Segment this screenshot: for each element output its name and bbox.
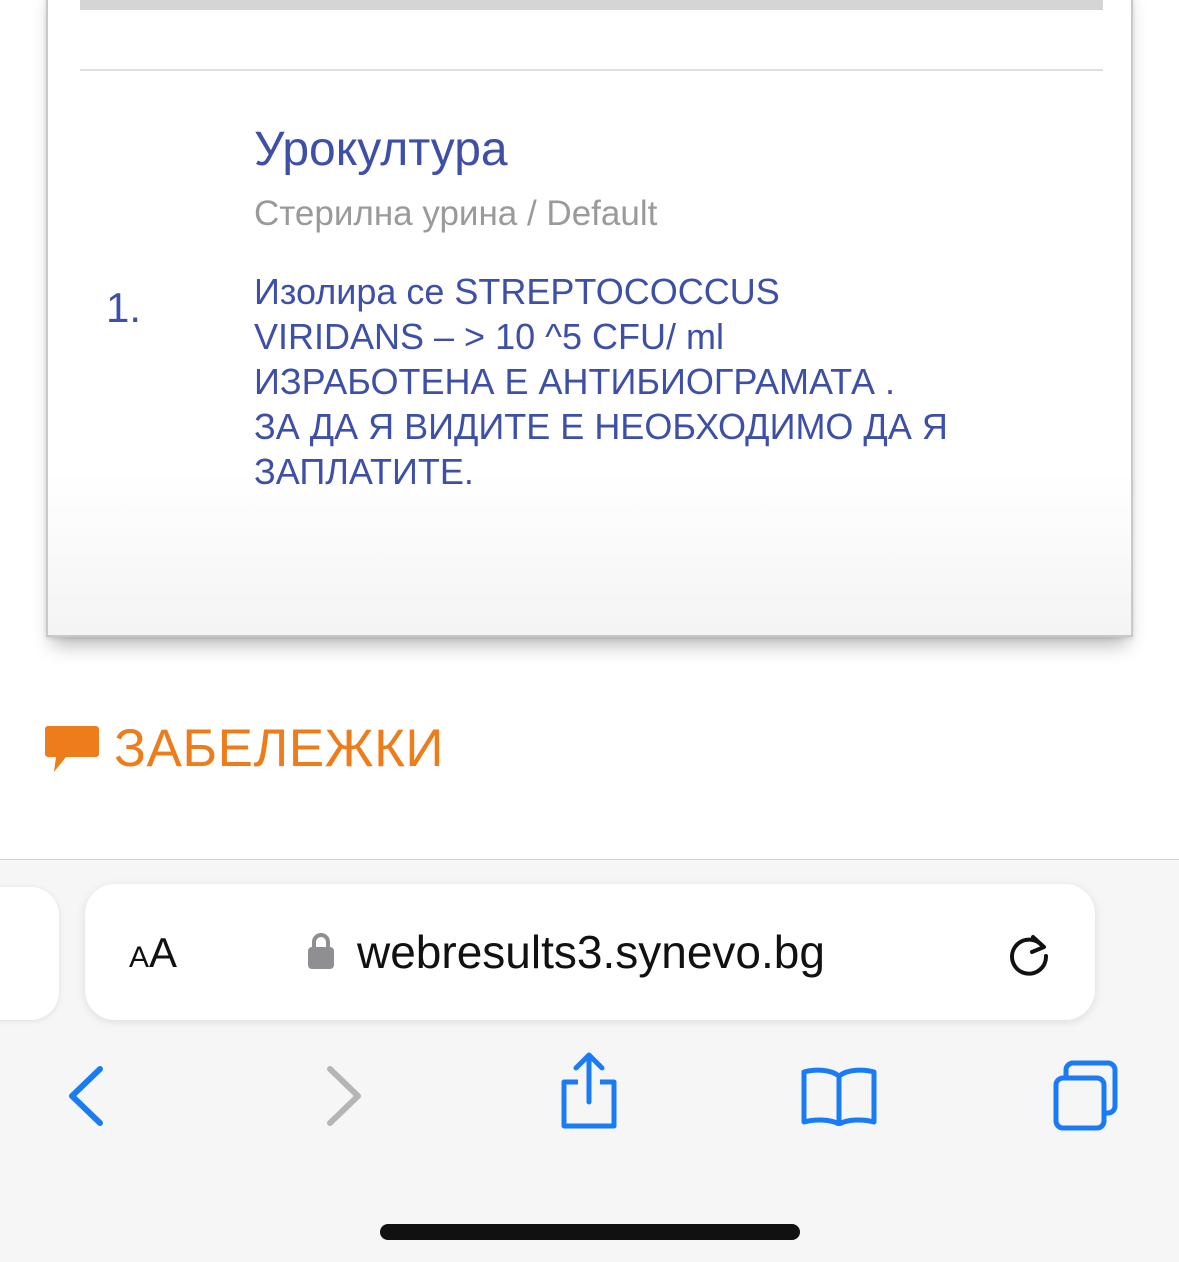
- result-line: ЗАПЛАТИТЕ.: [254, 451, 474, 492]
- lock-icon: [308, 933, 334, 969]
- result-text: Изолира се STREPTOCOCCUS VIRIDANS – > 10…: [254, 269, 1114, 494]
- notes-label: ЗАБЕЛЕЖКИ: [114, 718, 445, 778]
- previous-tab-preview[interactable]: [0, 887, 59, 1020]
- speech-bubble-icon: [45, 726, 99, 772]
- result-line: ИЗРАБОТЕНА Е АНТИБИОГРАМАТА .: [254, 361, 895, 402]
- card-header-bar: [80, 0, 1103, 10]
- result-line: Изолира се STREPTOCOCCUS: [254, 271, 780, 312]
- book-icon[interactable]: [800, 1066, 878, 1126]
- reload-icon[interactable]: [1003, 928, 1055, 980]
- item-number: 1.: [106, 284, 142, 331]
- browser-toolbar: AA webresults3.synevo.bg: [0, 859, 1179, 1262]
- divider: [80, 69, 1103, 71]
- test-title: Урокултура: [254, 123, 508, 176]
- text-size-button[interactable]: AA: [129, 928, 177, 978]
- url-text[interactable]: webresults3.synevo.bg: [357, 924, 825, 980]
- test-subtitle: Стерилна урина / Default: [254, 194, 658, 233]
- chevron-left-icon[interactable]: [62, 1065, 112, 1127]
- report-card: 1. Урокултура Стерилна урина / Default И…: [46, 0, 1133, 637]
- tabs-icon[interactable]: [1052, 1060, 1126, 1132]
- home-indicator[interactable]: [380, 1224, 800, 1240]
- result-line: VIRIDANS – > 10 ^5 CFU/ ml: [254, 316, 725, 357]
- share-icon[interactable]: [556, 1052, 622, 1130]
- text-size-small-glyph: A: [129, 941, 150, 974]
- chevron-right-icon[interactable]: [318, 1065, 368, 1127]
- address-bar[interactable]: AA webresults3.synevo.bg: [85, 884, 1095, 1020]
- notes-heading[interactable]: ЗАБЕЛЕЖКИ: [44, 718, 444, 778]
- result-line: ЗА ДА Я ВИДИТЕ Е НЕОБХОДИМО ДА Я: [254, 406, 948, 447]
- text-size-large-glyph: A: [149, 929, 178, 976]
